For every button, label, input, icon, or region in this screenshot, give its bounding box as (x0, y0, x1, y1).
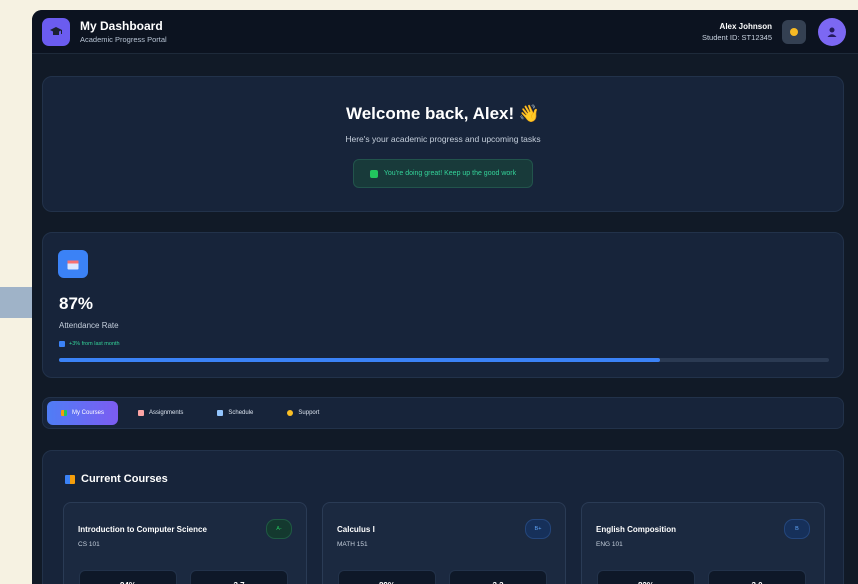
tab-bar: My Courses Assignments Schedule Support (42, 397, 844, 429)
course-stat-gpa: 3.7 (190, 570, 288, 584)
tab-assignments[interactable]: Assignments (124, 401, 197, 425)
welcome-title: Welcome back, Alex! 👋 (345, 104, 541, 123)
document-icon (138, 410, 145, 416)
attendance-card: 87% Attendance Rate +3% from last month (42, 232, 844, 378)
tab-label: Schedule (228, 410, 254, 416)
app-title: My Dashboard (80, 19, 163, 33)
course-name: Introduction to Computer Science (78, 525, 207, 534)
tab-label: Assignments (149, 410, 184, 416)
user-icon (827, 27, 837, 37)
student-id: Student ID: ST12345 (701, 32, 772, 42)
attendance-progress-bar (59, 358, 829, 362)
graduation-cap-icon (42, 17, 70, 46)
course-code: ENG 101 (596, 541, 623, 548)
courses-heading-text: Current Courses (81, 473, 168, 485)
tab-my-courses[interactable]: My Courses (47, 401, 119, 425)
course-name: Calculus I (337, 525, 375, 534)
attendance-label: Attendance Rate (59, 321, 119, 330)
check-icon (369, 169, 378, 178)
attendance-trend-text: +3% from last month (69, 341, 120, 347)
tab-label: Support (298, 410, 320, 416)
theme-toggle-button[interactable] (782, 19, 806, 44)
top-header: My Dashboard Academic Progress Portal Al… (32, 10, 858, 54)
sun-icon (790, 27, 798, 36)
course-card-math151[interactable]: Calculus I MATH 151 B+ 89% 3.3 (322, 502, 566, 584)
user-info: Alex Johnson Student ID: ST12345 (702, 22, 772, 42)
attendance-value: 87% (59, 294, 94, 313)
course-stat-percent: 94% (79, 570, 177, 584)
user-name: Alex Johnson (719, 21, 772, 31)
course-stat-gpa: 3.0 (708, 570, 806, 584)
calendar-icon (217, 410, 224, 416)
courses-heading: Current Courses (65, 473, 168, 485)
calendar-icon (58, 250, 88, 278)
books-icon (65, 474, 75, 484)
course-name: English Composition (596, 525, 676, 534)
welcome-card: Welcome back, Alex! 👋 Here's your academ… (42, 76, 844, 212)
current-courses-section: Current Courses Introduction to Computer… (42, 450, 844, 584)
encouragement-banner: You're doing great! Keep up the good wor… (352, 159, 534, 188)
course-code: MATH 151 (337, 541, 368, 548)
side-decoration (0, 287, 34, 318)
course-card-eng101[interactable]: English Composition ENG 101 B 82% 3.0 (581, 502, 825, 584)
grade-badge: A- (266, 519, 292, 539)
attendance-progress-fill (59, 358, 660, 362)
dashboard-app: My Dashboard Academic Progress Portal Al… (32, 10, 858, 584)
tab-label: My Courses (72, 410, 105, 416)
welcome-subtitle: Here's your academic progress and upcomi… (345, 134, 541, 144)
tab-schedule[interactable]: Schedule (203, 401, 267, 425)
course-stat-percent: 82% (597, 570, 695, 584)
avatar[interactable] (818, 17, 846, 46)
course-stat-gpa: 3.3 (449, 570, 547, 584)
tab-support[interactable]: Support (273, 401, 333, 425)
course-stat-percent: 89% (338, 570, 436, 584)
course-code: CS 101 (78, 541, 100, 548)
grade-badge: B (784, 519, 810, 539)
handshake-icon (287, 410, 294, 416)
course-card-cs101[interactable]: Introduction to Computer Science CS 101 … (63, 502, 307, 584)
app-subtitle: Academic Progress Portal (80, 35, 167, 44)
books-icon (61, 410, 67, 416)
encouragement-text: You're doing great! Keep up the good wor… (383, 170, 517, 177)
attendance-trend: +3% from last month (59, 341, 120, 347)
chart-icon (59, 341, 65, 347)
grade-badge: B+ (525, 519, 551, 539)
